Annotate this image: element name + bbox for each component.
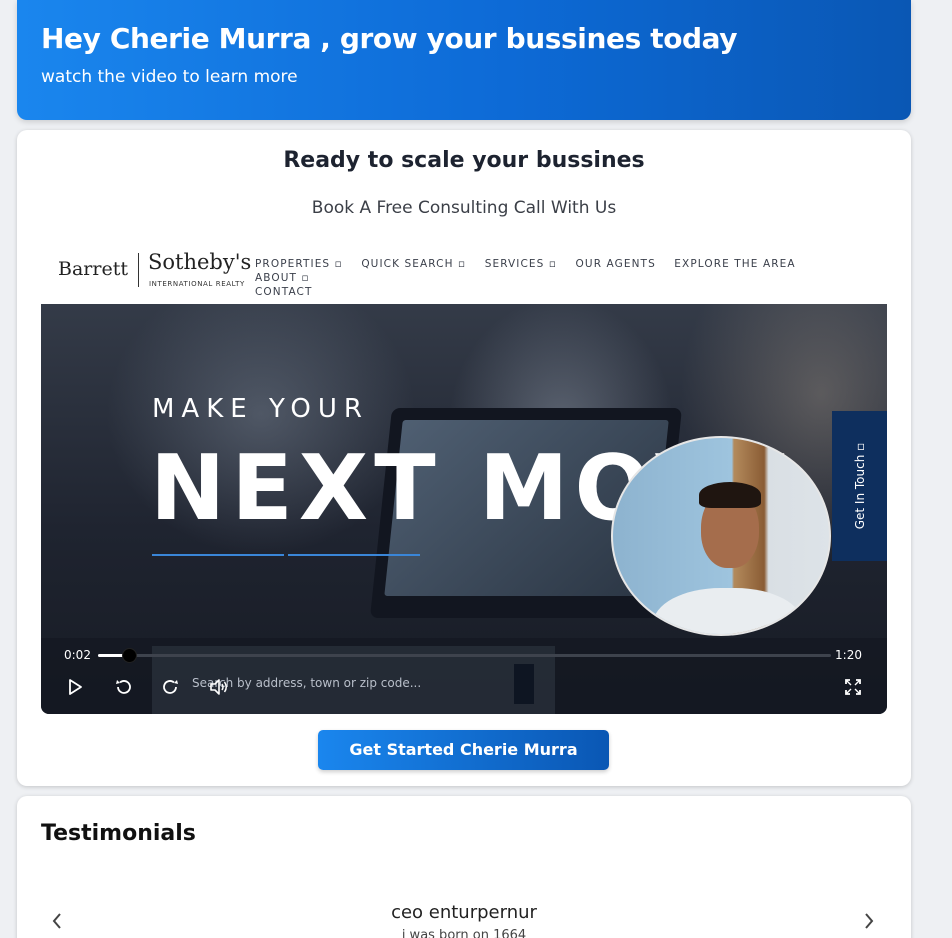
testimonials-title: Testimonials <box>41 821 196 846</box>
get-started-button[interactable]: Get Started Cherie Murra <box>318 730 609 770</box>
get-in-touch-tab: Get In Touch ▫ <box>832 411 887 561</box>
logo-international-realty: INTERNATIONAL REALTY <box>149 280 245 288</box>
nav-item-properties: PROPERTIES ▫ <box>255 258 343 270</box>
nav-item-quick-search: QUICK SEARCH ▫ <box>361 258 467 270</box>
logo-divider <box>138 253 139 287</box>
logo-barrett: Barrett <box>58 258 128 280</box>
testimonial-author: ceo enturpernur <box>391 902 537 923</box>
section-title: Ready to scale your bussines <box>283 148 645 173</box>
logo-sothebys: Sotheby's <box>148 250 252 274</box>
forward-icon[interactable] <box>162 678 180 696</box>
headline-underline <box>288 554 420 556</box>
seek-progress <box>98 654 124 657</box>
embedded-site-header: Barrett Sotheby's INTERNATIONAL REALTY P… <box>41 238 887 304</box>
seek-bar[interactable] <box>98 648 831 663</box>
fullscreen-icon[interactable] <box>844 678 862 696</box>
hero-title: Hey Cherie Murra , grow your bussines to… <box>41 22 738 55</box>
video-controls: Search by address, town or zip code... 0… <box>41 638 887 714</box>
section-subtitle: Book A Free Consulting Call With Us <box>311 198 617 218</box>
video-player[interactable]: Barrett Sotheby's INTERNATIONAL REALTY P… <box>41 238 887 714</box>
duration: 1:20 <box>835 648 862 662</box>
hero-banner: Hey Cherie Murra , grow your bussines to… <box>17 0 911 120</box>
nav-item-contact: CONTACT <box>255 286 313 298</box>
embedded-site-nav: PROPERTIES ▫ QUICK SEARCH ▫ SERVICES ▫ O… <box>255 257 855 299</box>
headline-small: MAKE YOUR <box>152 394 369 424</box>
headline-underline <box>152 554 284 556</box>
presenter-webcam-bubble <box>611 436 831 636</box>
rewind-icon[interactable] <box>114 678 132 696</box>
get-in-touch-label: Get In Touch ▫ <box>852 442 867 530</box>
nav-item-about: ABOUT ▫ <box>255 272 310 284</box>
embedded-search-button <box>514 664 534 704</box>
testimonial-bio: i was born on 1664 <box>401 928 527 938</box>
chevron-right-icon[interactable] <box>863 912 875 934</box>
nav-item-our-agents: OUR AGENTS <box>575 258 656 270</box>
video-frame[interactable]: MAKE YOUR NEXT MOVE Get In Touch ▫ Searc… <box>41 304 887 714</box>
nav-item-explore: EXPLORE THE AREA <box>674 258 796 270</box>
hero-subtitle: watch the video to learn more <box>41 67 298 87</box>
seek-handle[interactable] <box>122 648 137 663</box>
volume-icon[interactable] <box>209 678 229 696</box>
current-time: 0:02 <box>64 648 91 662</box>
testimonials-card: Testimonials ceo enturpernur i was born … <box>17 796 911 938</box>
video-card: Ready to scale your bussines Book A Free… <box>17 130 911 786</box>
play-icon[interactable] <box>66 678 84 696</box>
nav-item-services: SERVICES ▫ <box>484 258 558 270</box>
